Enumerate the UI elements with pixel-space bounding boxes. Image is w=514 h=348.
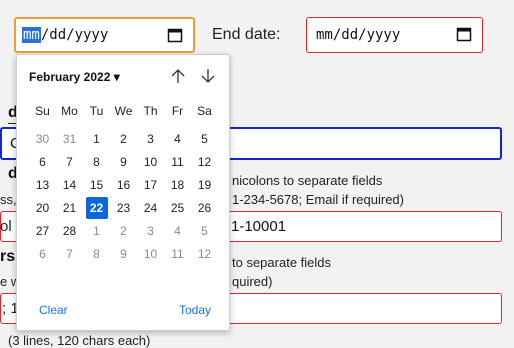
- calendar-day[interactable]: 6: [32, 243, 54, 265]
- help-text: nicolons to separate fields: [232, 173, 383, 188]
- calendar-day[interactable]: 1: [86, 220, 108, 242]
- calendar-day[interactable]: 30: [32, 128, 54, 150]
- calendar-day[interactable]: 21: [59, 197, 81, 219]
- calendar-day[interactable]: 9: [113, 243, 135, 265]
- form-label-fragment: rs: [0, 248, 16, 265]
- end-date-label: End date:: [212, 26, 281, 43]
- help-text: 1-234-5678; Email if required): [232, 192, 404, 207]
- weekday-header: Mo: [61, 104, 78, 118]
- today-button[interactable]: Today: [179, 303, 211, 317]
- field-text: 1-10001: [231, 218, 287, 235]
- calendar-day[interactable]: 3: [140, 128, 162, 150]
- calendar-day[interactable]: 18: [167, 174, 189, 196]
- date-rest[interactable]: /dd/yyyy: [41, 27, 108, 43]
- weekday-header: We: [114, 104, 133, 118]
- calendar-day[interactable]: 8: [86, 243, 108, 265]
- calendar-day[interactable]: 10: [140, 151, 162, 173]
- calendar-day[interactable]: 12: [194, 151, 216, 173]
- calendar-day[interactable]: 11: [167, 243, 189, 265]
- calendar-day[interactable]: 2: [113, 128, 135, 150]
- weekday-header: Sa: [197, 104, 212, 118]
- calendar-day[interactable]: 16: [113, 174, 135, 196]
- calendar-day[interactable]: 24: [140, 197, 162, 219]
- calendar-day[interactable]: 20: [32, 197, 54, 219]
- field-footer-note: (3 lines, 120 chars each): [8, 333, 151, 348]
- calendar-icon[interactable]: [167, 27, 183, 43]
- calendar-day[interactable]: 11: [167, 151, 189, 173]
- weekday-header: Tu: [89, 104, 104, 118]
- help-text: quired): [232, 274, 273, 289]
- calendar-day[interactable]: 12: [194, 243, 216, 265]
- calendar-day-selected[interactable]: 22: [85, 197, 108, 219]
- calendar-day[interactable]: 1: [86, 128, 108, 150]
- calendar-day[interactable]: 4: [167, 128, 189, 150]
- calendar-day[interactable]: 2: [113, 220, 135, 242]
- calendar-day[interactable]: 19: [194, 174, 216, 196]
- calendar-day[interactable]: 15: [86, 174, 108, 196]
- month-segment[interactable]: mm: [22, 27, 41, 43]
- calendar-day[interactable]: 27: [32, 220, 54, 242]
- calendar-day[interactable]: 26: [194, 197, 216, 219]
- help-text: to separate fields: [232, 255, 332, 270]
- date-value[interactable]: mm/dd/yyyy: [316, 27, 400, 43]
- calendar-day[interactable]: 7: [59, 243, 81, 265]
- calendar-day[interactable]: 10: [140, 243, 162, 265]
- field-text-fragment: ol: [0, 218, 12, 235]
- calendar-day[interactable]: 5: [194, 220, 216, 242]
- calendar-day[interactable]: 4: [167, 220, 189, 242]
- start-date-input[interactable]: mm/dd/yyyy: [14, 17, 195, 53]
- calendar-day[interactable]: 5: [194, 128, 216, 150]
- weekday-header: Th: [143, 104, 158, 118]
- month-year-dropdown[interactable]: February 2022 ▾: [29, 70, 120, 84]
- calendar-day[interactable]: 7: [59, 151, 81, 173]
- calendar-icon[interactable]: [456, 26, 472, 42]
- calendar-day[interactable]: 28: [59, 220, 81, 242]
- calendar-day[interactable]: 17: [140, 174, 162, 196]
- calendar-day[interactable]: 8: [86, 151, 108, 173]
- end-date-input[interactable]: mm/dd/yyyy: [306, 17, 483, 53]
- date-picker-popup: February 2022 ▾ Clear Today Su Mo Tu We Th Fr…: [16, 54, 230, 331]
- calendar-day[interactable]: 3: [140, 220, 162, 242]
- calendar-day[interactable]: 14: [59, 174, 81, 196]
- calendar-day[interactable]: 31: [59, 128, 81, 150]
- calendar-day[interactable]: 23: [113, 197, 135, 219]
- clear-button[interactable]: Clear: [39, 303, 68, 317]
- weekday-header: Su: [35, 104, 50, 118]
- calendar-day[interactable]: 13: [32, 174, 54, 196]
- calendar-day[interactable]: 6: [32, 151, 54, 173]
- help-text: ss,: [0, 192, 17, 207]
- weekday-header: Fr: [171, 104, 184, 118]
- calendar-day[interactable]: 9: [113, 151, 135, 173]
- next-month-arrow-icon[interactable]: [199, 67, 217, 85]
- previous-month-arrow-icon[interactable]: [169, 67, 187, 85]
- calendar-day[interactable]: 25: [167, 197, 189, 219]
